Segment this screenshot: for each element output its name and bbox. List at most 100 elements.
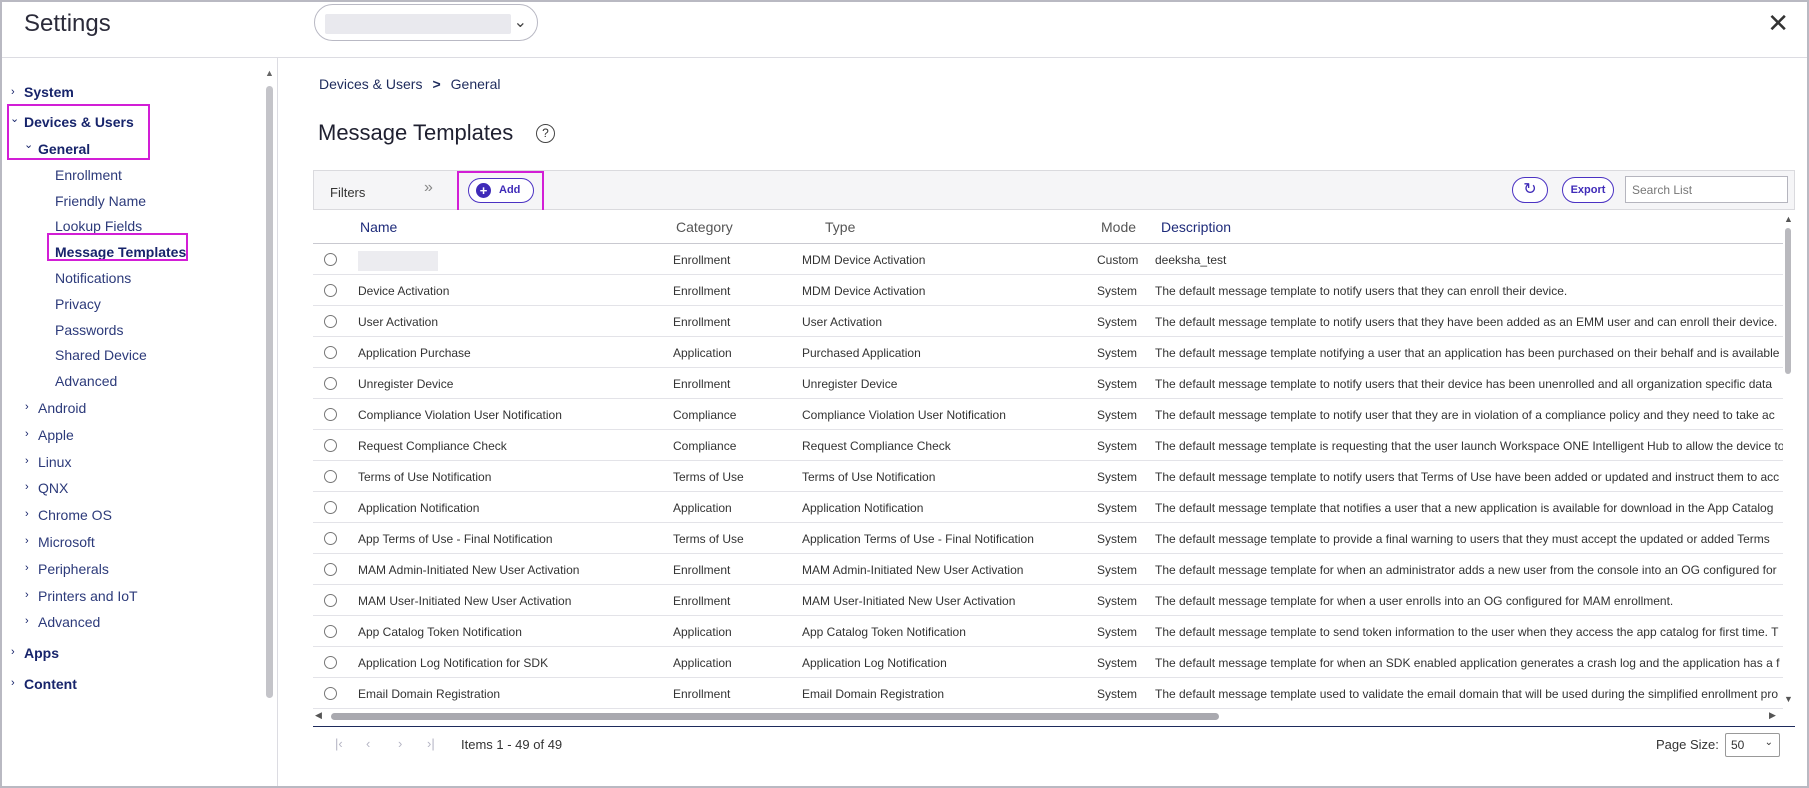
row-select-radio[interactable] xyxy=(324,501,337,514)
table-row[interactable]: App Catalog Token Notification Applicatio… xyxy=(313,616,1783,647)
last-page-icon[interactable]: ›| xyxy=(427,736,435,751)
sidebar-item-android[interactable]: Android xyxy=(38,400,86,416)
cell-name[interactable]: Request Compliance Check xyxy=(358,439,658,453)
table-row[interactable]: MAM User-Initiated New User Activation En… xyxy=(313,585,1783,616)
sidebar-item-shared-device[interactable]: Shared Device xyxy=(55,347,147,363)
cell-name[interactable]: Application Notification xyxy=(358,501,658,515)
row-select-radio[interactable] xyxy=(324,656,337,669)
sidebar-item-lookup-fields[interactable]: Lookup Fields xyxy=(55,218,142,234)
cell-mode: System xyxy=(1097,563,1138,577)
table-row[interactable]: Request Compliance Check Compliance Reques… xyxy=(313,430,1783,461)
sidebar-item-notifications[interactable]: Notifications xyxy=(55,270,131,286)
sidebar-item-printers-iot[interactable]: Printers and IoT xyxy=(38,588,138,604)
sidebar-item-linux[interactable]: Linux xyxy=(38,454,71,470)
page-size-select[interactable]: 50 ⌄ xyxy=(1725,733,1780,757)
table-row[interactable]: Application Purchase Application Purchased… xyxy=(313,337,1783,368)
highlight-box-devices-general xyxy=(7,104,150,160)
chevron-right-icon: › xyxy=(25,562,29,574)
help-icon[interactable]: ? xyxy=(536,124,555,143)
refresh-button[interactable]: ↻ xyxy=(1512,177,1548,203)
filters-label[interactable]: Filters xyxy=(330,185,365,200)
scroll-up-icon[interactable]: ▲ xyxy=(265,68,274,78)
sidebar-item-apple[interactable]: Apple xyxy=(38,427,74,443)
table-row[interactable]: User Activation Enrollment User Activation… xyxy=(313,306,1783,337)
cell-name[interactable]: MAM User-Initiated New User Activation xyxy=(358,594,658,608)
sidebar-item-advanced-devices[interactable]: Advanced xyxy=(38,614,100,630)
first-page-icon[interactable]: |‹ xyxy=(335,736,343,751)
row-select-radio[interactable] xyxy=(324,625,337,638)
sidebar-item-chrome-os[interactable]: Chrome OS xyxy=(38,507,112,523)
column-header-mode[interactable]: Mode xyxy=(1101,219,1136,235)
row-select-radio[interactable] xyxy=(324,315,337,328)
scroll-down-icon[interactable]: ▼ xyxy=(265,784,274,786)
cell-name[interactable]: MAM Admin-Initiated New User Activation xyxy=(358,563,658,577)
cell-name[interactable]: App Terms of Use - Final Notification xyxy=(358,532,658,546)
row-select-radio[interactable] xyxy=(324,346,337,359)
close-button[interactable]: ✕ xyxy=(1767,10,1789,36)
row-select-radio[interactable] xyxy=(324,687,337,700)
cell-name[interactable]: Unregister Device xyxy=(358,377,658,391)
scroll-left-icon[interactable]: ◀ xyxy=(315,710,322,721)
table-row[interactable]: Enrollment MDM Device Activation Custom dee… xyxy=(313,244,1783,275)
table-row[interactable]: App Terms of Use - Final Notification Ter… xyxy=(313,523,1783,554)
column-header-category[interactable]: Category xyxy=(676,219,733,235)
cell-name[interactable]: User Activation xyxy=(358,315,658,329)
grid-horizontal-scroll-thumb[interactable] xyxy=(331,713,1219,720)
sidebar-item-apps[interactable]: Apps xyxy=(24,645,59,661)
search-input[interactable] xyxy=(1625,176,1788,203)
organization-group-selector[interactable]: ⌄ xyxy=(314,4,538,41)
cell-type: Request Compliance Check xyxy=(802,439,951,453)
table-row[interactable]: Email Domain Registration Enrollment Email… xyxy=(313,678,1783,709)
row-select-radio[interactable] xyxy=(324,253,337,266)
sidebar-scrollbar[interactable]: ▲ ▼ xyxy=(263,68,275,786)
previous-page-icon[interactable]: ‹ xyxy=(366,736,370,751)
table-row[interactable]: Application Log Notification for SDK Appl… xyxy=(313,647,1783,678)
cell-name[interactable]: Device Activation xyxy=(358,284,658,298)
next-page-icon[interactable]: › xyxy=(398,736,402,751)
scroll-down-icon[interactable]: ▼ xyxy=(1784,694,1793,704)
table-row[interactable]: Compliance Violation User Notification Co… xyxy=(313,399,1783,430)
sidebar-item-passwords[interactable]: Passwords xyxy=(55,322,123,338)
sidebar-item-qnx[interactable]: QNX xyxy=(38,480,68,496)
double-chevron-right-icon[interactable]: » xyxy=(424,179,433,197)
row-select-radio[interactable] xyxy=(324,470,337,483)
sidebar-item-friendly-name[interactable]: Friendly Name xyxy=(55,193,146,209)
column-header-type[interactable]: Type xyxy=(825,219,855,235)
scroll-up-icon[interactable]: ▲ xyxy=(1784,214,1793,224)
breadcrumb-devices-users[interactable]: Devices & Users xyxy=(319,76,422,92)
sidebar-item-enrollment[interactable]: Enrollment xyxy=(55,167,122,183)
sidebar-item-peripherals[interactable]: Peripherals xyxy=(38,561,109,577)
column-header-name[interactable]: Name xyxy=(360,219,397,235)
table-row[interactable]: Unregister Device Enrollment Unregister De… xyxy=(313,368,1783,399)
table-row[interactable]: Terms of Use Notification Terms of Use Ter… xyxy=(313,461,1783,492)
cell-name[interactable]: Application Purchase xyxy=(358,346,658,360)
sidebar-item-microsoft[interactable]: Microsoft xyxy=(38,534,95,550)
row-select-radio[interactable] xyxy=(324,563,337,576)
cell-name[interactable]: Terms of Use Notification xyxy=(358,470,658,484)
row-select-radio[interactable] xyxy=(324,408,337,421)
grid-horizontal-scrollbar[interactable]: ◀ ▶ xyxy=(313,710,1783,722)
grid-vertical-scroll-thumb[interactable] xyxy=(1785,228,1791,374)
sidebar-item-advanced-general[interactable]: Advanced xyxy=(55,373,117,389)
cell-name[interactable]: Application Log Notification for SDK xyxy=(358,656,658,670)
table-row[interactable]: Device Activation Enrollment MDM Device Ac… xyxy=(313,275,1783,306)
cell-name[interactable]: Compliance Violation User Notification xyxy=(358,408,658,422)
grid-vertical-scrollbar[interactable]: ▲ ▼ xyxy=(1782,212,1794,708)
row-select-radio[interactable] xyxy=(324,594,337,607)
table-row[interactable]: MAM Admin-Initiated New User Activation E… xyxy=(313,554,1783,585)
row-select-radio[interactable] xyxy=(324,284,337,297)
table-row[interactable]: Application Notification Application Appli… xyxy=(313,492,1783,523)
column-header-description[interactable]: Description xyxy=(1161,219,1231,235)
export-button[interactable]: Export xyxy=(1562,177,1614,203)
sidebar-item-system[interactable]: System xyxy=(24,84,74,100)
sidebar-item-privacy[interactable]: Privacy xyxy=(55,296,101,312)
sidebar-scroll-thumb[interactable] xyxy=(266,86,273,698)
breadcrumb-general[interactable]: General xyxy=(451,76,501,92)
row-select-radio[interactable] xyxy=(324,439,337,452)
sidebar-item-content[interactable]: Content xyxy=(24,676,77,692)
row-select-radio[interactable] xyxy=(324,377,337,390)
cell-name[interactable]: Email Domain Registration xyxy=(358,687,658,701)
row-select-radio[interactable] xyxy=(324,532,337,545)
cell-name[interactable]: App Catalog Token Notification xyxy=(358,625,658,639)
scroll-right-icon[interactable]: ▶ xyxy=(1769,710,1776,721)
